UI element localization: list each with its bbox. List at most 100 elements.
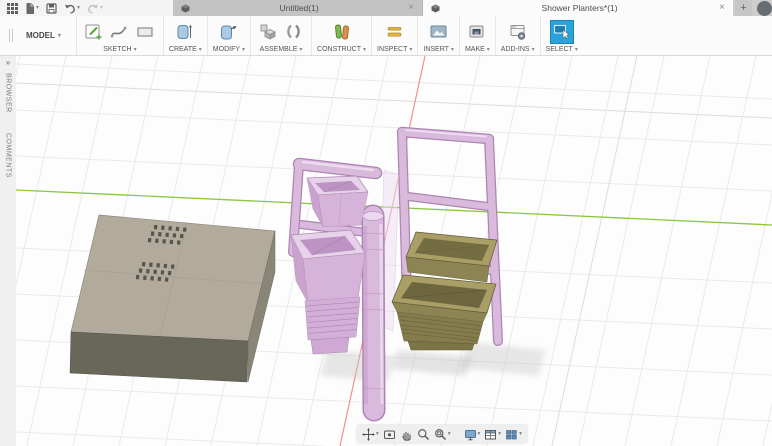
press-pull-button[interactable]	[217, 20, 241, 44]
measure-icon	[387, 27, 402, 37]
display-settings-button[interactable]: ▾	[464, 428, 480, 441]
group-label-construct[interactable]: CONSTRUCT ▾	[317, 46, 366, 53]
dropdown-caret: ▾	[198, 46, 202, 53]
press-pull-icon	[220, 25, 237, 40]
dropdown-caret: ▾	[363, 46, 367, 53]
save-icon	[46, 2, 57, 14]
close-icon[interactable]: ×	[719, 3, 725, 13]
file-menu-button[interactable]: ▾	[25, 2, 40, 14]
tab-title: Shower Planters*(1)	[541, 3, 618, 13]
zoom-icon	[417, 428, 429, 440]
spline-icon	[110, 26, 127, 38]
toolbar-drag-handle[interactable]	[9, 29, 13, 42]
dropdown-caret: ▾	[486, 46, 490, 53]
document-cube-icon	[431, 4, 440, 12]
save-button[interactable]	[46, 2, 57, 14]
pan-icon	[401, 431, 411, 441]
group-assemble: ASSEMBLE ▾	[250, 16, 311, 55]
dropdown-caret: ▾	[36, 5, 40, 11]
new-component-icon	[260, 24, 276, 40]
construction-plane-button[interactable]	[330, 20, 354, 44]
new-component-button[interactable]	[256, 20, 280, 44]
orbit-icon	[362, 427, 375, 441]
front-column	[361, 204, 386, 422]
rectangle-icon	[137, 27, 153, 37]
look-at-button[interactable]	[383, 428, 396, 441]
title-bar: ▾ ▾ ▾ Untitled(1) × Shower Planters*(1) …	[0, 0, 772, 16]
joint-button[interactable]	[282, 20, 306, 44]
dropdown-caret: ▾	[133, 46, 137, 53]
group-sketch: SKETCH ▾	[75, 16, 163, 55]
tab-shower-planters[interactable]: Shower Planters*(1) ×	[423, 0, 733, 16]
joint-icon	[287, 24, 300, 39]
dropdown-caret: ▾	[376, 431, 379, 437]
main-area: » BROWSER COMMENTS ▾ ▾ ▾ ▾ ▾	[0, 56, 772, 446]
group-create: CREATE ▾	[162, 16, 207, 55]
group-label-make[interactable]: MAKE ▾	[465, 46, 490, 53]
document-tabs: Untitled(1) × Shower Planters*(1) × +	[173, 0, 772, 16]
group-label-insert[interactable]: INSERT ▾	[423, 46, 454, 53]
close-icon[interactable]: ×	[408, 3, 414, 13]
app-grid-icon	[7, 2, 18, 14]
group-label-modify[interactable]: MODIFY ▾	[213, 46, 245, 53]
group-construct: CONSTRUCT ▾	[311, 16, 371, 55]
workspace-selector[interactable]: MODEL ▾	[21, 28, 66, 43]
left-panel-rail: » BROWSER COMMENTS	[0, 56, 16, 446]
scripts-addins-icon	[510, 25, 525, 40]
create-sketch-button[interactable]	[82, 20, 106, 44]
expand-panel-icon[interactable]: »	[6, 59, 10, 67]
group-label-select[interactable]: SELECT ▾	[546, 46, 578, 53]
new-tab-button[interactable]: +	[735, 0, 752, 16]
measure-button[interactable]	[383, 20, 407, 44]
dropdown-caret: ▾	[57, 32, 61, 39]
insert-image-button[interactable]	[427, 20, 451, 44]
ribbon-toolbar: MODEL ▾ SKETCH ▾ CREATE ▾ MODIFY ▾ ASSEM…	[0, 16, 772, 56]
body-gray-drainage-tray[interactable]	[69, 214, 276, 383]
tab-untitled[interactable]: Untitled(1) ×	[173, 0, 423, 16]
undo-button[interactable]: ▾	[64, 3, 80, 14]
create-sketch-icon	[85, 24, 102, 40]
create-form-button[interactable]	[173, 20, 197, 44]
pan-button[interactable]	[400, 428, 413, 441]
fit-button[interactable]: ▾	[434, 428, 451, 441]
construction-plane-icon	[334, 24, 349, 40]
group-label-inspect[interactable]: INSPECT ▾	[377, 46, 412, 53]
group-insert: INSERT ▾	[417, 16, 459, 55]
group-label-assemble[interactable]: ASSEMBLE ▾	[260, 46, 303, 53]
scripts-addins-button[interactable]	[506, 20, 530, 44]
file-icon	[26, 2, 34, 14]
avatar[interactable]	[757, 0, 772, 16]
3d-print-button[interactable]	[465, 20, 489, 44]
sidebar-item-browser[interactable]: BROWSER	[5, 73, 12, 113]
redo-button[interactable]: ▾	[87, 3, 103, 14]
quick-access-toolbar: ▾ ▾ ▾	[0, 0, 173, 16]
workspace-label: MODEL	[26, 31, 55, 40]
zoom-button[interactable]	[417, 428, 430, 441]
rectangle-button[interactable]	[134, 20, 158, 44]
layout-grid-button[interactable]: ▾	[484, 428, 501, 441]
orbit-button[interactable]: ▾	[362, 427, 379, 441]
dropdown-caret: ▾	[100, 5, 104, 11]
look-at-icon	[383, 430, 395, 439]
group-inspect: INSPECT ▾	[371, 16, 417, 55]
group-label-sketch[interactable]: SKETCH ▾	[103, 46, 136, 53]
insert-image-icon	[430, 25, 447, 38]
group-label-create[interactable]: CREATE ▾	[169, 46, 202, 53]
dropdown-caret: ▾	[519, 431, 522, 437]
display-settings-icon	[464, 429, 476, 440]
3d-viewport[interactable]: ▾ ▾ ▾ ▾ ▾	[16, 56, 772, 446]
multiple-views-button[interactable]: ▾	[505, 428, 522, 441]
spline-button[interactable]	[108, 20, 132, 44]
dropdown-caret: ▾	[409, 46, 413, 53]
3d-print-icon	[469, 25, 484, 38]
dropdown-caret: ▾	[77, 5, 81, 11]
document-cube-icon	[181, 4, 190, 12]
app-menu-button[interactable]	[7, 2, 18, 14]
select-button[interactable]	[549, 20, 574, 44]
sidebar-item-comments[interactable]: COMMENTS	[5, 133, 12, 178]
navigation-bar: ▾ ▾ ▾ ▾ ▾	[357, 425, 527, 443]
group-label-add-ins[interactable]: ADD-INS ▾	[501, 46, 535, 53]
group-add-ins: ADD-INS ▾	[494, 16, 540, 55]
group-make: MAKE ▾	[458, 16, 495, 55]
viewport-canvas[interactable]	[16, 56, 772, 446]
